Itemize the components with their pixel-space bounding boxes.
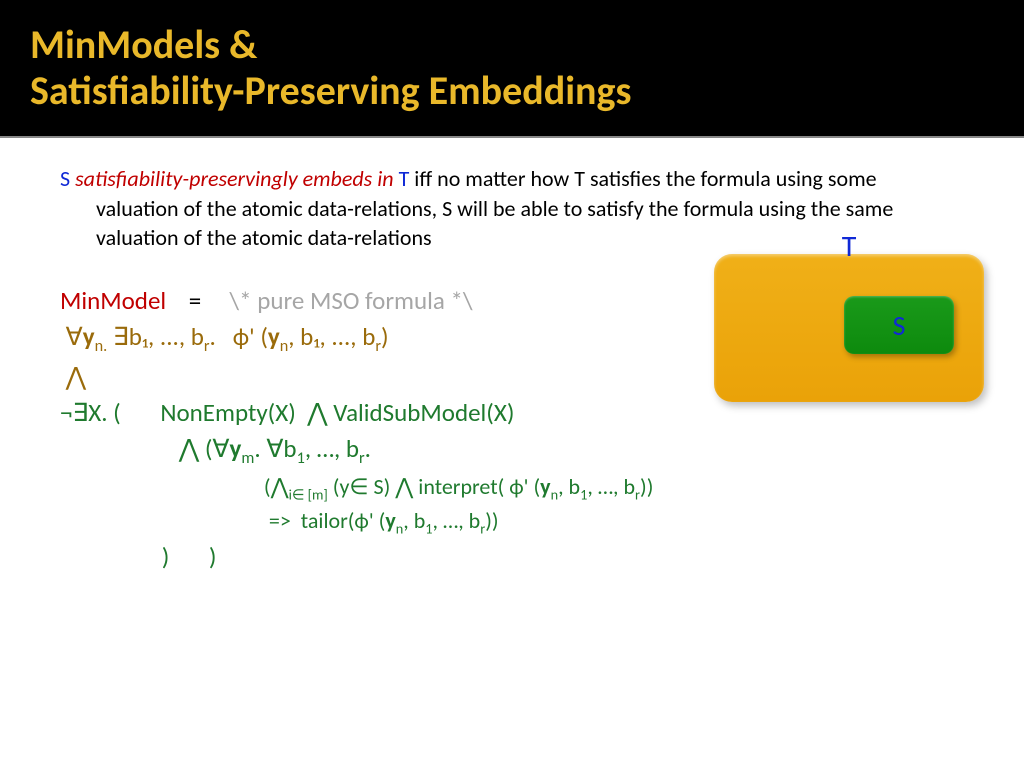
title-line-1: MinModels & (30, 22, 994, 68)
mso-comment: \* pure MSO formula *\ (229, 285, 472, 316)
para-t: T (399, 165, 410, 192)
formula-line-8: ) ) (60, 539, 790, 575)
formula-line-1: MinModel = \* pure MSO formula *\ (60, 283, 790, 319)
formula-line-3: ⋀ (60, 359, 790, 395)
formula-line-6: (⋀i∈ [m] (y∈ S) ⋀ interpret( ϕ' (yn, b1,… (60, 471, 790, 505)
slide-title-block: MinModels & Satisfiability-Preserving Em… (0, 0, 1024, 136)
formula-line-7: => tailor(ϕ' (yn, b1, …, br)) (60, 505, 790, 539)
para-embeds: satisfiability-preservingly embeds (70, 165, 377, 192)
t-container-box: T S (714, 254, 984, 402)
minmodel-label: MinModel (60, 285, 166, 316)
slide-content: S satisfiability-preservingly embeds in … (0, 136, 1024, 575)
title-line-2: Satisfiability-Preserving Embeddings (30, 68, 994, 114)
formula-line-5: ⋀ (∀ym. ∀b1, …, br. (60, 431, 790, 471)
definition-paragraph: S satisfiability-preservingly embeds in … (60, 164, 940, 253)
formula-line-2: ∀yn. ∃b₁, ..., br. ϕ' (yn, b₁, ..., br) (60, 319, 790, 359)
s-inner-box: S (844, 296, 954, 354)
s-label: S (893, 308, 906, 343)
t-label: T (842, 228, 857, 265)
formula-line-4: ¬∃X. ( NonEmpty(X) ⋀ ValidSubModel(X) (60, 395, 790, 431)
equals: = (166, 285, 229, 316)
para-s: S (60, 165, 70, 192)
para-in: in (377, 165, 398, 192)
formula-block: MinModel = \* pure MSO formula *\ ∀yn. ∃… (60, 283, 790, 575)
